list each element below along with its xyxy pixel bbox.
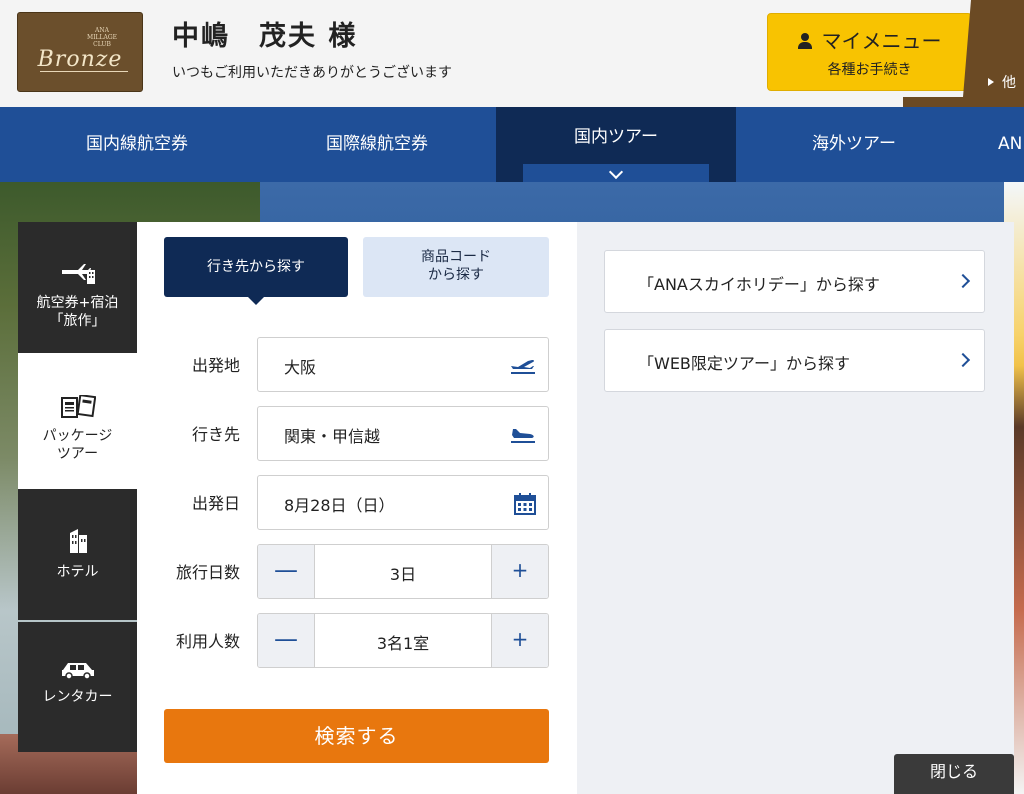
travelers-decrement-button[interactable]: — (258, 614, 315, 667)
origin-label: 出発地 (191, 356, 240, 375)
sidebar-label: ツアー (56, 446, 99, 462)
link-ana-sky-holiday-label: 「ANAスカイホリデー」から探す (638, 275, 880, 294)
link-ana-sky-holiday[interactable]: 「ANAスカイホリデー」から探す (604, 250, 985, 313)
my-menu-subtitle: 各種お手続き (827, 62, 912, 78)
plane-departure-icon (511, 360, 535, 374)
chevron-down-icon (608, 164, 624, 180)
category-sidebar: 航空券+宿泊 「旅作」 パッケージ ツアー ホテル レンタカー (18, 222, 137, 752)
badge-rank-text: Bronze (37, 47, 123, 72)
sidebar-label: レンタカー (42, 689, 113, 705)
nav-domestic-tours[interactable]: 国内ツアー (496, 107, 736, 182)
sidebar-item-package-tour[interactable]: パッケージ ツアー (18, 353, 137, 489)
nav-more[interactable]: AN (986, 107, 1024, 182)
sidebar-label: パッケージ (42, 428, 113, 444)
departure-date-field[interactable]: 8月28日（日） (257, 475, 549, 530)
alternate-search-links: 「ANAスカイホリデー」から探す 「WEB限定ツアー」から探す (577, 222, 1014, 794)
search-button[interactable]: 検索する (164, 709, 549, 763)
header: ANA MILLAGE CLUB Bronze 中嶋 茂夫 様 いつもご利用いた… (0, 0, 1024, 107)
badge-club-text: ANA MILLAGE CLUB (87, 27, 117, 48)
nav-dropdown-tab (523, 164, 709, 182)
origin-value: 大阪 (284, 358, 317, 377)
badge-divider (40, 71, 128, 72)
my-menu-button[interactable]: マイメニュー 各種お手続き (767, 13, 972, 91)
plane-building-icon (61, 264, 95, 284)
destination-label: 行き先 (191, 425, 240, 444)
my-menu-label: マイメニュー (821, 29, 942, 53)
triangle-right-icon (988, 78, 994, 86)
sidebar-label: ホテル (56, 564, 99, 580)
departure-date-label: 出発日 (191, 494, 240, 513)
other-link[interactable]: 他 (988, 72, 1016, 92)
other-link-label: 他 (1002, 75, 1016, 91)
link-web-limited-tour[interactable]: 「WEB限定ツアー」から探す (604, 329, 985, 392)
calendar-icon (514, 493, 536, 515)
greeting-text: いつもご利用いただきありがとうございます (172, 65, 452, 81)
departure-date-value: 8月28日（日） (284, 496, 395, 515)
tab-search-by-code[interactable]: 商品コード から探す (363, 237, 549, 297)
my-menu-title: マイメニュー (768, 25, 971, 54)
search-form: 行き先から探す 商品コード から探す 出発地 大阪 行き先 関東・甲信越 出発日… (137, 222, 577, 794)
chevron-right-icon (955, 273, 971, 289)
plane-arrival-icon (511, 429, 535, 443)
destination-field[interactable]: 関東・甲信越 (257, 406, 549, 461)
person-icon (797, 33, 812, 49)
sidebar-label: 航空券+宿泊 (36, 295, 119, 311)
destination-value: 関東・甲信越 (284, 427, 381, 446)
nav-domestic-tours-label: 国内ツアー (574, 127, 658, 147)
search-panel: 航空券+宿泊 「旅作」 パッケージ ツアー ホテル レンタカー 行き先から探す … (18, 222, 1014, 794)
nav-international-flights[interactable]: 国際線航空券 (250, 107, 504, 182)
user-name: 中嶋 茂夫 様 (172, 21, 358, 52)
trip-days-increment-button[interactable]: + (491, 545, 548, 598)
brochure-icon (60, 395, 96, 418)
travelers-stepper: — 3名1室 + (257, 613, 549, 668)
link-web-limited-tour-label: 「WEB限定ツアー」から探す (638, 354, 850, 373)
building-icon (69, 529, 87, 553)
chevron-right-icon (955, 352, 971, 368)
tab-search-by-destination[interactable]: 行き先から探す (164, 237, 348, 305)
sidebar-item-hotel[interactable]: ホテル (18, 489, 137, 620)
travelers-increment-button[interactable]: + (491, 614, 548, 667)
global-nav: 国内線航空券 国際線航空券 国内ツアー 海外ツアー AN (0, 107, 1024, 182)
sidebar-item-flight-hotel[interactable]: 航空券+宿泊 「旅作」 (18, 222, 137, 353)
tab-code-line1: 商品コード (421, 249, 491, 265)
close-button[interactable]: 閉じる (894, 754, 1014, 794)
nav-overseas-tours[interactable]: 海外ツアー (736, 107, 972, 182)
travelers-label: 利用人数 (175, 632, 240, 651)
sidebar-label: 「旅作」 (49, 313, 106, 329)
trip-days-value: 3日 (389, 565, 417, 584)
car-icon (61, 663, 94, 680)
nav-domestic-flights[interactable]: 国内線航空券 (0, 107, 274, 182)
membership-badge: ANA MILLAGE CLUB Bronze (17, 12, 143, 92)
sidebar-item-rental-car[interactable]: レンタカー (18, 622, 137, 752)
trip-days-decrement-button[interactable]: — (258, 545, 315, 598)
travelers-value: 3名1室 (376, 634, 430, 653)
trip-days-stepper: — 3日 + (257, 544, 549, 599)
tab-code-line2: から探す (428, 267, 484, 283)
origin-field[interactable]: 大阪 (257, 337, 549, 392)
trip-days-label: 旅行日数 (175, 563, 240, 582)
